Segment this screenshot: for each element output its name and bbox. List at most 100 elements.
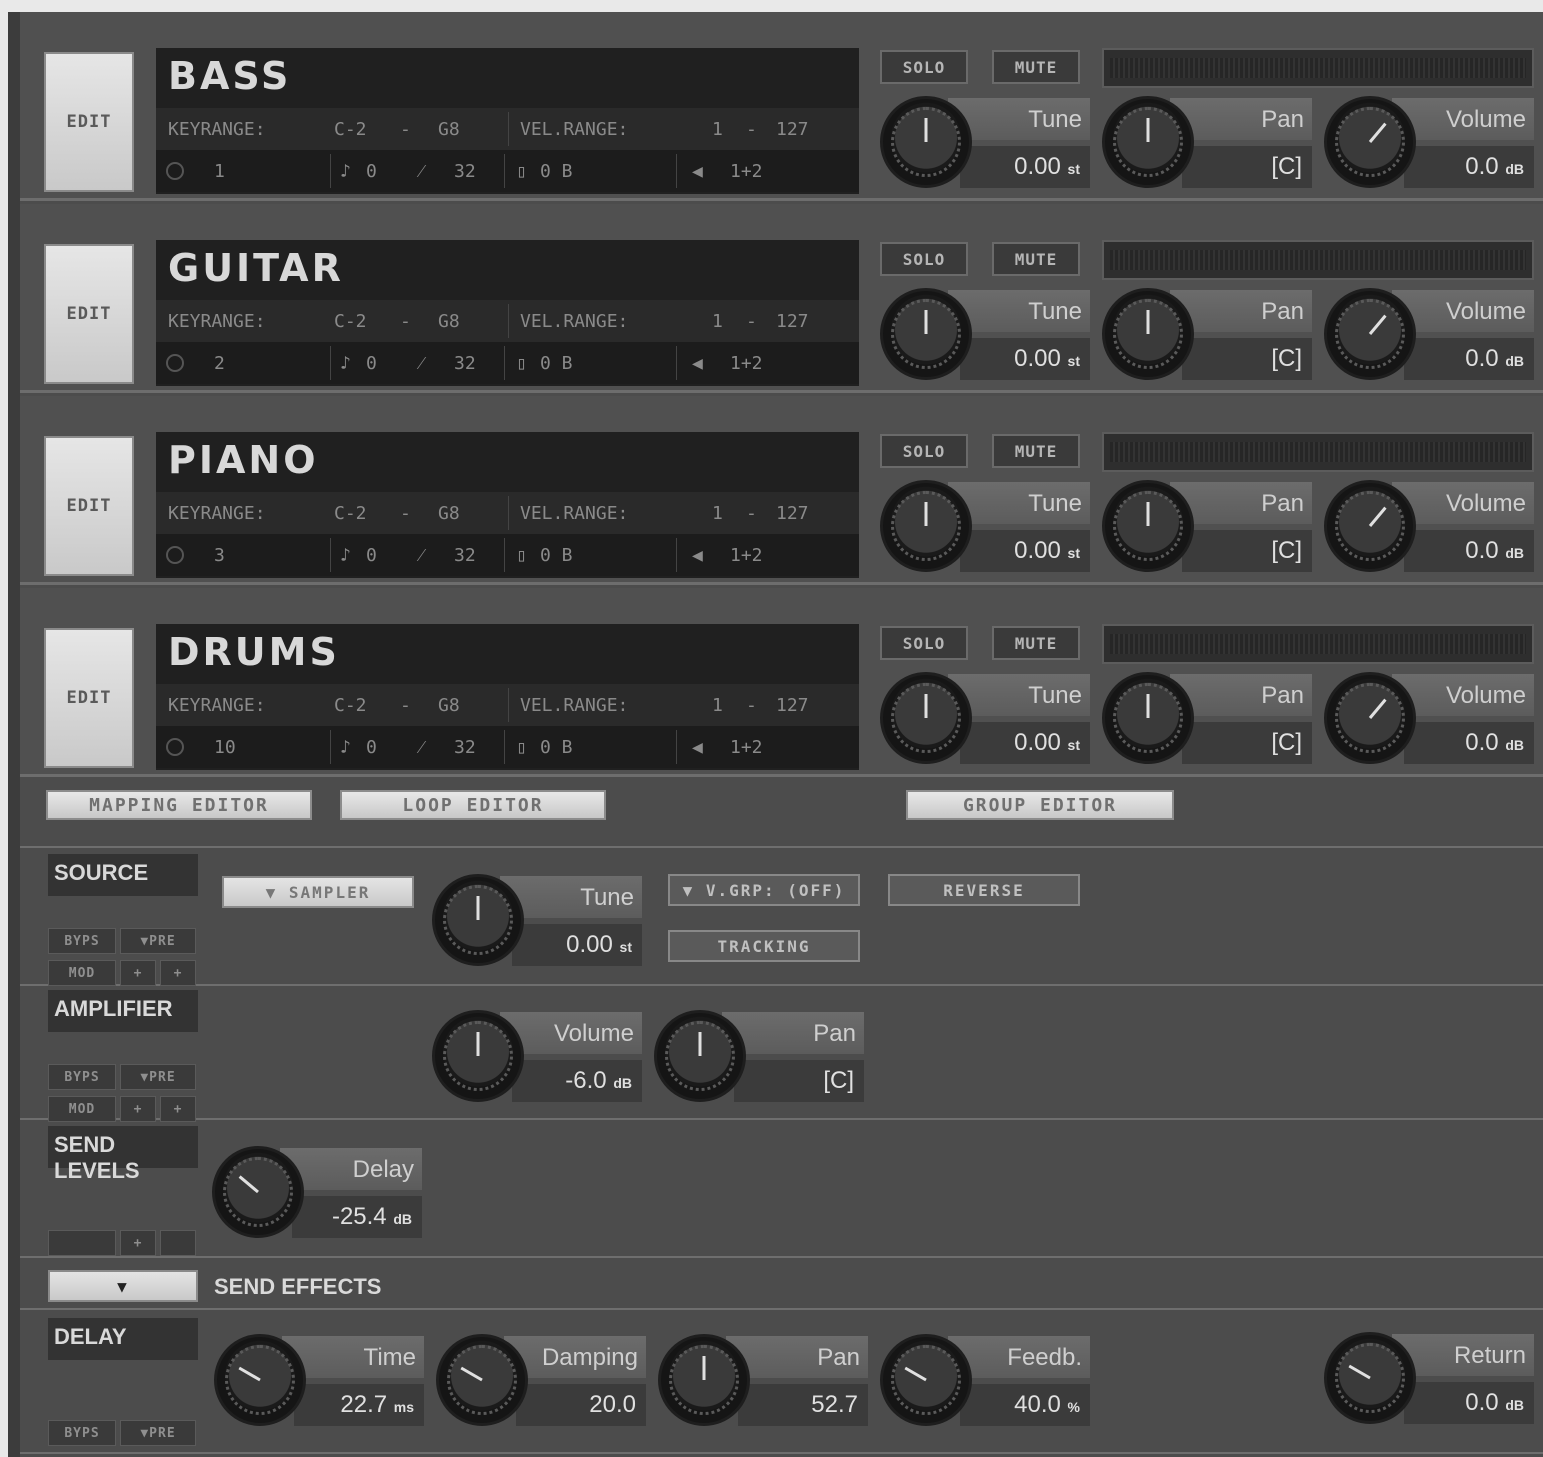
key-high-value[interactable]: G8: [438, 695, 460, 716]
amp-volume-value-box[interactable]: -6.0 dB: [512, 1060, 642, 1102]
send-add-button[interactable]: +: [120, 1230, 156, 1256]
delay-damping-knob[interactable]: [436, 1334, 528, 1426]
mapping-editor-tab[interactable]: MAPPING EDITOR: [46, 790, 312, 820]
delay-time-knob[interactable]: [214, 1334, 306, 1426]
midi-channel-value[interactable]: 2: [214, 353, 225, 374]
output-value[interactable]: 0 B: [540, 353, 573, 374]
vel-high-value[interactable]: 127: [776, 695, 809, 716]
pan-knob[interactable]: [1102, 288, 1194, 380]
volume-value-box[interactable]: 0.0 dB: [1404, 338, 1534, 380]
key-high-value[interactable]: G8: [438, 119, 460, 140]
instrument-name[interactable]: GUITAR: [168, 246, 344, 290]
solo-button[interactable]: SOLO: [880, 242, 968, 276]
vgroup-dropdown[interactable]: ▼ V.GRP: (OFF): [668, 874, 860, 906]
instrument-name[interactable]: BASS: [168, 54, 291, 98]
solo-button[interactable]: SOLO: [880, 50, 968, 84]
key-low-value[interactable]: C-2: [334, 119, 367, 140]
edit-button[interactable]: EDIT: [44, 52, 134, 192]
key-high-value[interactable]: G8: [438, 503, 460, 524]
delay-damping-value-box[interactable]: 20.0: [516, 1384, 646, 1426]
delay-pan-value-box[interactable]: 52.7: [738, 1384, 868, 1426]
group-editor-tab[interactable]: GROUP EDITOR: [906, 790, 1174, 820]
amp-pan-value-box[interactable]: [C]: [734, 1060, 864, 1102]
source-add-mod-button[interactable]: +: [120, 960, 156, 986]
tracking-button[interactable]: TRACKING: [668, 930, 860, 962]
vel-high-value[interactable]: 127: [776, 119, 809, 140]
edit-button[interactable]: EDIT: [44, 436, 134, 576]
tune-value-box[interactable]: 0.00 st: [960, 146, 1090, 188]
volume-knob[interactable]: [1324, 672, 1416, 764]
delay-bypass-button[interactable]: BYPS: [48, 1420, 116, 1446]
amp-add-mod-button[interactable]: +: [120, 1096, 156, 1122]
output-value[interactable]: 0 B: [540, 161, 573, 182]
bend-value[interactable]: 32: [454, 353, 476, 374]
channels-value[interactable]: 1+2: [730, 353, 763, 374]
delay-time-value-box[interactable]: 22.7 ms: [294, 1384, 424, 1426]
vel-high-value[interactable]: 127: [776, 503, 809, 524]
edit-button[interactable]: EDIT: [44, 628, 134, 768]
send-slot-1[interactable]: [48, 1230, 116, 1256]
pan-knob[interactable]: [1102, 672, 1194, 764]
midi-channel-value[interactable]: 1: [214, 161, 225, 182]
vel-low-value[interactable]: 1: [712, 503, 723, 524]
key-high-value[interactable]: G8: [438, 311, 460, 332]
volume-knob[interactable]: [1324, 96, 1416, 188]
source-pre-button[interactable]: ▼PRE: [120, 928, 196, 954]
key-low-value[interactable]: C-2: [334, 503, 367, 524]
delay-return-knob[interactable]: [1324, 1332, 1416, 1424]
volume-value-box[interactable]: 0.0 dB: [1404, 146, 1534, 188]
transpose-value[interactable]: 0: [366, 353, 377, 374]
edit-button[interactable]: EDIT: [44, 244, 134, 384]
tune-value-box[interactable]: 0.00 st: [960, 530, 1090, 572]
volume-knob[interactable]: [1324, 288, 1416, 380]
amp-mod-button[interactable]: MOD: [48, 1096, 116, 1122]
volume-value-box[interactable]: 0.0 dB: [1404, 722, 1534, 764]
source-bypass-button[interactable]: BYPS: [48, 928, 116, 954]
send-delay-knob[interactable]: [212, 1146, 304, 1238]
delay-pre-button[interactable]: ▼PRE: [120, 1420, 196, 1446]
tune-knob[interactable]: [880, 288, 972, 380]
channels-value[interactable]: 1+2: [730, 545, 763, 566]
pan-knob[interactable]: [1102, 96, 1194, 188]
delay-feedback-value-box[interactable]: 40.0 %: [960, 1384, 1090, 1426]
instrument-name[interactable]: DRUMS: [168, 630, 340, 674]
reverse-button[interactable]: REVERSE: [888, 874, 1080, 906]
pan-value-box[interactable]: [C]: [1182, 146, 1312, 188]
vel-low-value[interactable]: 1: [712, 311, 723, 332]
mute-button[interactable]: MUTE: [992, 626, 1080, 660]
key-low-value[interactable]: C-2: [334, 311, 367, 332]
source-mod-button[interactable]: MOD: [48, 960, 116, 986]
volume-knob[interactable]: [1324, 480, 1416, 572]
volume-value-box[interactable]: 0.0 dB: [1404, 530, 1534, 572]
pan-value-box[interactable]: [C]: [1182, 530, 1312, 572]
send-effects-dropdown[interactable]: ▼: [48, 1270, 198, 1302]
amp-pan-knob[interactable]: [654, 1010, 746, 1102]
amp-pre-button[interactable]: ▼PRE: [120, 1064, 196, 1090]
transpose-value[interactable]: 0: [366, 737, 377, 758]
amp-add-mod-button-2[interactable]: +: [160, 1096, 196, 1122]
midi-channel-value[interactable]: 10: [214, 737, 236, 758]
source-add-mod-button-2[interactable]: +: [160, 960, 196, 986]
sampler-dropdown[interactable]: ▼ SAMPLER: [222, 876, 414, 908]
amp-bypass-button[interactable]: BYPS: [48, 1064, 116, 1090]
delay-return-value-box[interactable]: 0.0 dB: [1404, 1382, 1534, 1424]
send-slot-2[interactable]: [160, 1230, 196, 1256]
tune-value-box[interactable]: 0.00 st: [960, 722, 1090, 764]
tune-value-box[interactable]: 0.00 st: [960, 338, 1090, 380]
transpose-value[interactable]: 0: [366, 545, 377, 566]
vel-high-value[interactable]: 127: [776, 311, 809, 332]
tune-knob[interactable]: [880, 672, 972, 764]
delay-feedback-knob[interactable]: [880, 1334, 972, 1426]
send-delay-value-box[interactable]: -25.4 dB: [292, 1196, 422, 1238]
vel-low-value[interactable]: 1: [712, 695, 723, 716]
pan-knob[interactable]: [1102, 480, 1194, 572]
tune-knob[interactable]: [880, 480, 972, 572]
mute-button[interactable]: MUTE: [992, 434, 1080, 468]
output-value[interactable]: 0 B: [540, 545, 573, 566]
pan-value-box[interactable]: [C]: [1182, 338, 1312, 380]
source-tune-value-box[interactable]: 0.00 st: [512, 924, 642, 966]
bend-value[interactable]: 32: [454, 545, 476, 566]
vel-low-value[interactable]: 1: [712, 119, 723, 140]
mute-button[interactable]: MUTE: [992, 50, 1080, 84]
solo-button[interactable]: SOLO: [880, 434, 968, 468]
